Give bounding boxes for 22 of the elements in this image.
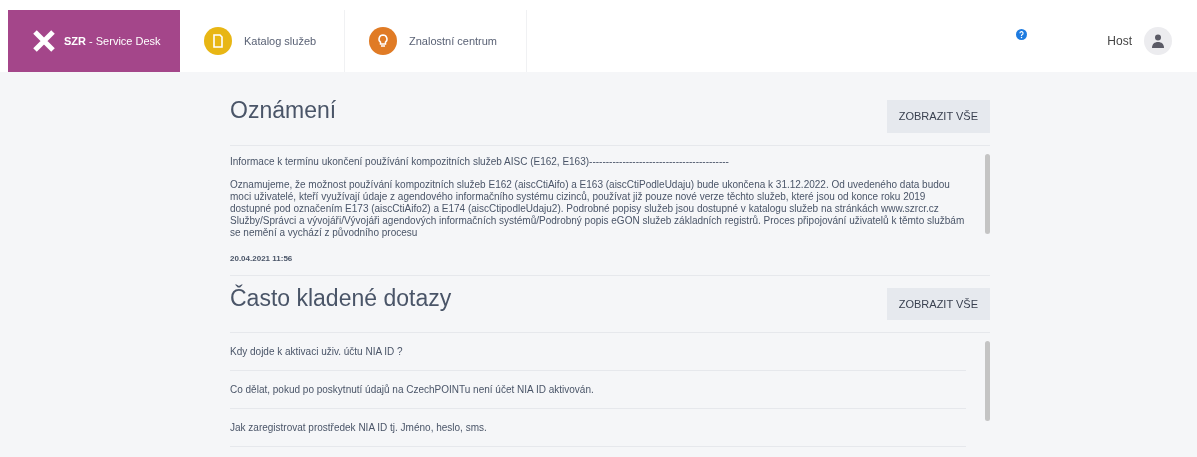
brand-banner[interactable]: SZR - Service Desk (8, 10, 180, 72)
announcement-text: Oznamujeme, že možnost používání kompozitních služeb E162 (aiscCtiAifo) a E163 (aiscCtiPodleUdaju) bude ukončena k 31.12.2022. Od uvedeného data budou moci uživatelé, kteří využívají údaje z agendového informačního systému cizinců, používat již pouze nové verze těchto služeb, které jsou od konce roku 2019 dostupné pod označením E173 (aiscCtiAifo2) a E174 (aiscCtipodleUdaju2). Podrobné popisy služeb jsou dostupné v katalogu služeb na stránkách www.szrcr.cz Služby/Správci a vývojáři/Vývojáři agendových informačních systémů/Podrobný popis eGON služeb základních registrů. Proces připojování uživatelů k těmto službám se nemění a vychází z původního procesu (230, 178, 966, 239)
avatar-icon[interactable] (1144, 27, 1172, 55)
show-all-button[interactable]: ZOBRAZIT VŠE (886, 100, 990, 133)
announcement-title[interactable]: Informace k termínu ukončení používání kompozitních služeb AISC (E162, E163)------------------------------------------ (230, 153, 966, 169)
section-heading: Oznámení (230, 96, 337, 125)
scrollbar-thumb[interactable] (985, 153, 990, 234)
show-all-button[interactable]: ZOBRAZIT VŠE (886, 287, 990, 320)
help-icon[interactable] (1016, 28, 1028, 40)
faq-question[interactable]: Co dělat, pokud po poskytnutí údajů na CzechPOINTu není účet NIA ID aktivován. (230, 382, 594, 397)
scrollbar-thumb[interactable] (985, 341, 990, 421)
logo-icon (32, 29, 56, 53)
user-name: Host (1107, 33, 1132, 50)
lightbulb-icon (369, 27, 397, 55)
nav-link[interactable]: Znalostní centrum (345, 10, 527, 72)
document-icon (204, 27, 232, 55)
faq-question[interactable]: Jak zaregistrovat prostředek NIA ID tj. Jméno, heslo, sms. (230, 420, 487, 435)
section-heading: Často kladené dotazy (230, 283, 452, 313)
faq-question[interactable]: Kdy dojde k aktivaci uživ. účtu NIA ID ? (230, 344, 403, 359)
announcement-date: 20.04.2021 11:56 (230, 252, 294, 265)
nav-link[interactable]: Katalog služeb (180, 10, 345, 72)
brand-name: SZR - Service Desk (64, 33, 161, 49)
